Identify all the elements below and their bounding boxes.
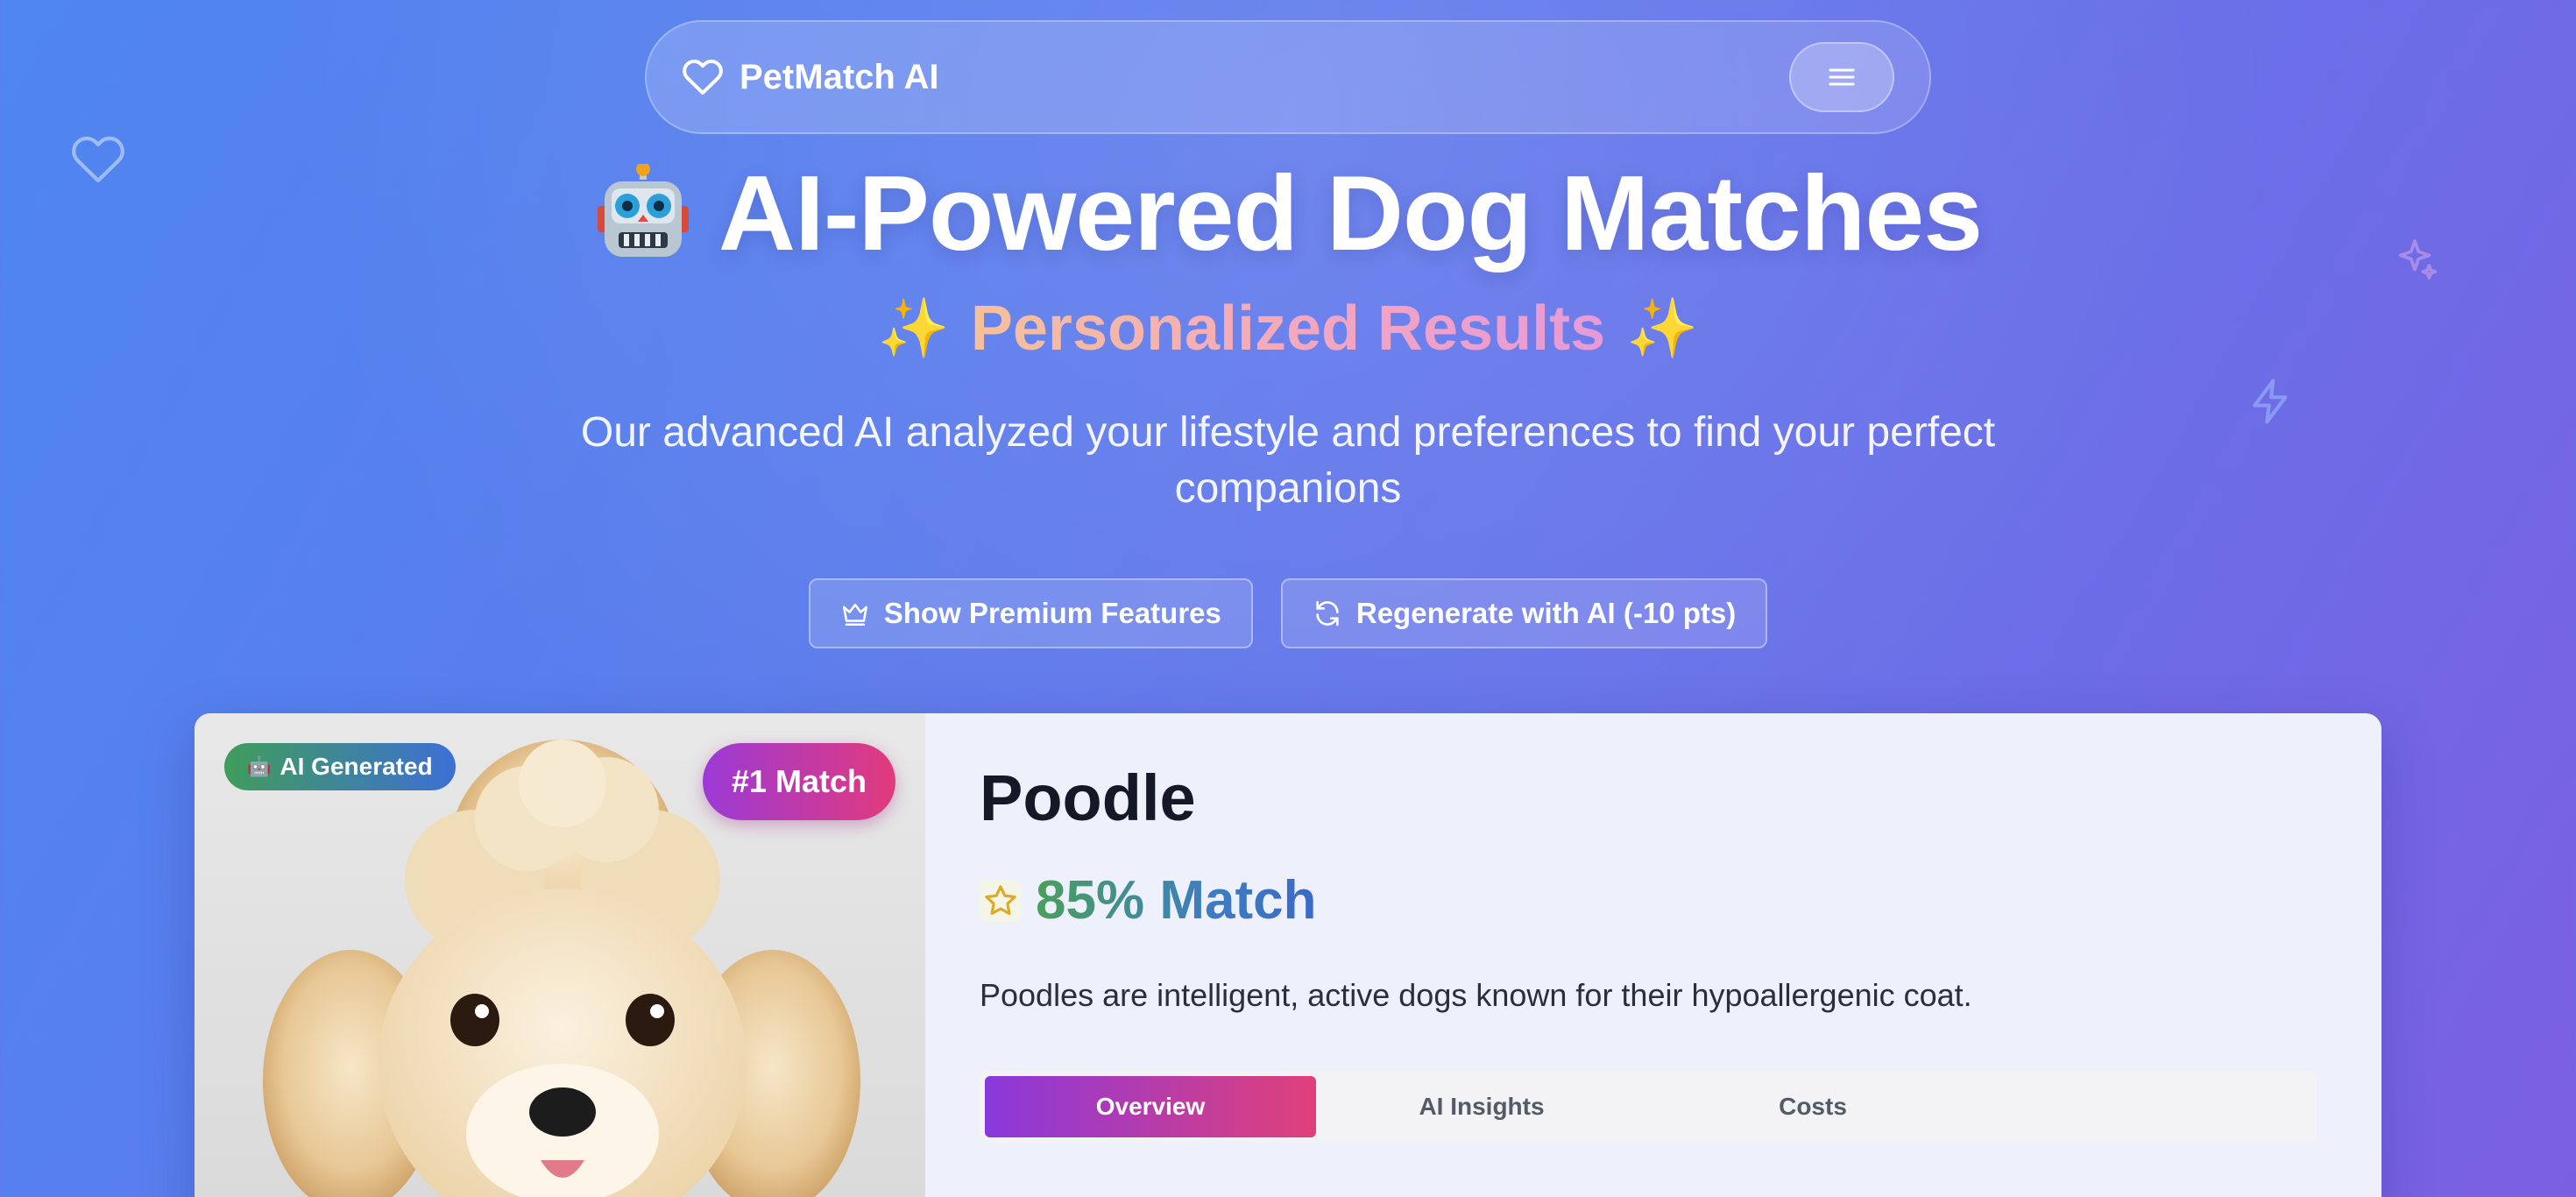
tab-ai-insights[interactable]: AI Insights (1316, 1076, 1647, 1137)
crown-icon (842, 603, 867, 627)
hero-section: AI-Powered Dog Matches ✨ Personalized Re… (0, 147, 2576, 648)
star-icon (985, 884, 1016, 915)
subtitle-text: Personalized Results (970, 294, 1606, 364)
subtitle: ✨ Personalized Results ✨ (0, 289, 2576, 368)
refresh-icon (1316, 600, 1339, 627)
robot-icon (597, 164, 689, 257)
ai-badge-label: AI Generated (280, 753, 433, 780)
menu-button[interactable] (1789, 42, 1894, 112)
star-box (980, 879, 1022, 922)
regenerate-ai-label: Regenerate with AI (-10 pts) (1355, 597, 1737, 629)
tab-overview[interactable]: Overview (985, 1076, 1316, 1137)
show-premium-features-button[interactable]: Show Premium Features (808, 578, 1253, 648)
match-card: 🤖 AI Generated #1 Match Poodle 85% Match… (195, 713, 2381, 1197)
top-navbar: PetMatch AI (645, 20, 1931, 134)
sparkles-right: ✨ (1626, 295, 1699, 360)
ai-generated-badge: 🤖 AI Generated (224, 743, 456, 790)
breed-description: Poodles are intelligent, active dogs kno… (980, 977, 1972, 1013)
rank-badge: #1 Match (703, 743, 895, 820)
tab-costs[interactable]: Costs (1647, 1076, 1978, 1137)
hero-description: Our advanced AI analyzed your lifestyle … (580, 409, 1996, 512)
page-title: AI-Powered Dog Matches (0, 147, 2576, 279)
dog-image: 🤖 AI Generated #1 Match (195, 713, 925, 1197)
sparkles-left: ✨ (877, 295, 950, 360)
menu-icon (1829, 68, 1855, 86)
card-details: Poodle 85% Match Poodles are intelligent… (925, 713, 2381, 1197)
match-score: 85% Match (980, 869, 2381, 931)
brand-name: PetMatch AI (740, 57, 939, 96)
show-premium-features-label: Show Premium Features (883, 597, 1221, 629)
match-percent: 85% Match (1036, 870, 1317, 931)
breed-name: Poodle (980, 761, 1196, 834)
ai-badge-emoji: 🤖 (247, 755, 272, 777)
page-title-text: AI-Powered Dog Matches (718, 153, 1983, 273)
detail-tabs: Overview AI Insights Costs (980, 1071, 2317, 1143)
brand[interactable]: PetMatch AI (682, 56, 938, 98)
heart-icon (683, 59, 723, 95)
hero-actions: Show Premium Features Regenerate with AI… (0, 578, 2576, 648)
regenerate-ai-button[interactable]: Regenerate with AI (-10 pts) (1280, 578, 1768, 648)
